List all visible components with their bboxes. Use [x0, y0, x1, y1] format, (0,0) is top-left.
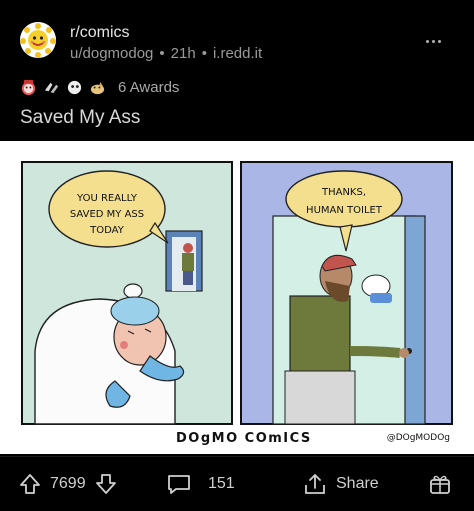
comic-illustration: YOU REALLY SAVED MY ASS TODAY THANKS, HU…: [21, 161, 453, 425]
awards-row[interactable]: 6 Awards: [20, 76, 179, 98]
comic-signature: DOgMO COmICS: [176, 431, 312, 446]
award-hands-icon: [44, 82, 59, 93]
post-time: 21h: [170, 45, 196, 62]
share-label: Share: [336, 475, 379, 492]
vote-count: 7699: [50, 475, 86, 492]
bubble-right-line-1: THANKS,: [321, 187, 366, 198]
comments-count: 151: [208, 475, 235, 492]
dot-icon: [432, 39, 435, 43]
comic-handle: @DOgMODOg: [386, 433, 450, 443]
dot-icon: [438, 39, 441, 43]
action-bar: 7699 151 Share: [0, 456, 474, 511]
award-ghost-icon: [67, 80, 82, 94]
post-header: r/comics u/dogmodog • 21h • i.redd.it: [0, 0, 474, 72]
sun-face-icon: [20, 22, 56, 58]
post-domain[interactable]: i.redd.it: [213, 45, 262, 62]
comments-button[interactable]: 151: [166, 469, 235, 499]
bubble-right-line-2: HUMAN TOILET: [306, 205, 383, 216]
award-button[interactable]: [428, 469, 452, 499]
downvote-icon[interactable]: [94, 472, 118, 496]
post-meta: u/dogmodog • 21h • i.redd.it: [70, 45, 262, 62]
comment-bubble-icon: [168, 475, 190, 494]
meta-separator: •: [201, 45, 207, 62]
bubble-left-line-2: SAVED MY ASS: [70, 209, 144, 220]
comic-image[interactable]: YOU REALLY SAVED MY ASS TODAY THANKS, HU…: [0, 141, 474, 454]
gift-icon: [430, 475, 450, 494]
subreddit-avatar[interactable]: [20, 22, 56, 58]
meta-separator: •: [159, 45, 165, 62]
upvote-icon[interactable]: [18, 472, 42, 496]
share-button[interactable]: Share: [302, 469, 379, 499]
post-title[interactable]: Saved My Ass: [20, 107, 140, 129]
author-link[interactable]: u/dogmodog: [70, 45, 153, 62]
award-red-face-icon: [21, 79, 36, 95]
dot-icon: [426, 39, 429, 43]
subreddit-name[interactable]: r/comics: [70, 24, 130, 42]
bubble-left-line-1: YOU REALLY: [76, 193, 138, 204]
bubble-left-line-3: TODAY: [89, 225, 125, 236]
more-options-button[interactable]: [426, 36, 448, 46]
vote-group: 7699: [18, 469, 118, 499]
award-doge-icon: [90, 81, 105, 94]
awards-count: 6 Awards: [118, 78, 180, 96]
share-icon: [305, 474, 325, 494]
